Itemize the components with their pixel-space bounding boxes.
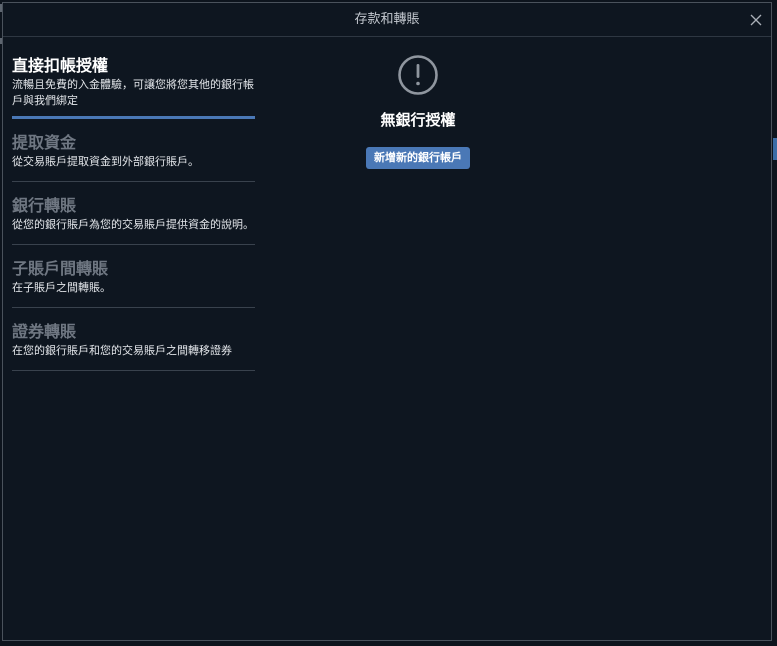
nav-item-description: 從交易賬戶提取資金到外部銀行賬戶。 — [12, 155, 199, 168]
nav-item-direct-debit[interactable]: 直接扣帳授權 流暢且免費的入金體驗，可讓您將您其他的銀行帳戶與我們綁定 — [12, 38, 255, 119]
deposit-transfer-dialog: 存款和轉賬 直接扣帳授權 流暢且免費的入金體驗，可讓您將您其他的銀行帳戶與我們綁… — [2, 2, 772, 641]
close-button[interactable] — [749, 12, 763, 26]
dialog-header: 存款和轉賬 — [3, 3, 771, 37]
nav-item-description: 從您的銀行賬戶為您的交易賬戶提供資金的說明。 — [12, 218, 254, 231]
nav-item-subaccount-transfer[interactable]: 子賬戶間轉賬 在子賬戶之間轉賬。 — [12, 245, 255, 308]
nav-item-title: 提取資金 — [12, 133, 77, 152]
nav-item-withdraw-funds[interactable]: 提取資金 從交易賬戶提取資金到外部銀行賬戶。 — [12, 119, 255, 182]
transfer-type-nav: 直接扣帳授權 流暢且免費的入金體驗，可讓您將您其他的銀行帳戶與我們綁定 提取資金… — [12, 38, 255, 371]
empty-state: 無銀行授權 新增新的銀行帳戶 — [318, 53, 518, 169]
nav-item-title: 銀行轉賬 — [12, 196, 77, 215]
add-bank-account-button[interactable]: 新增新的銀行帳戶 — [366, 147, 470, 169]
nav-item-securities-transfer[interactable]: 證券轉賬 在您的銀行賬戶和您的交易賬戶之間轉移證券 — [12, 308, 255, 371]
nav-item-description: 在子賬戶之間轉賬。 — [12, 281, 111, 294]
nav-item-description: 流暢且免費的入金體驗，可讓您將您其他的銀行帳戶與我們綁定 — [12, 78, 254, 107]
nav-item-title: 子賬戶間轉賬 — [12, 259, 109, 278]
exclamation-circle-icon — [398, 55, 438, 95]
empty-state-title: 無銀行授權 — [380, 111, 456, 129]
background-window-edge — [773, 138, 777, 160]
close-icon — [750, 14, 762, 26]
nav-item-title: 直接扣帳授權 — [12, 56, 109, 75]
nav-item-title: 證券轉賬 — [12, 322, 77, 341]
dialog-title: 存款和轉賬 — [354, 12, 420, 27]
nav-item-bank-transfer[interactable]: 銀行轉賬 從您的銀行賬戶為您的交易賬戶提供資金的說明。 — [12, 182, 255, 245]
nav-item-description: 在您的銀行賬戶和您的交易賬戶之間轉移證券 — [12, 344, 232, 357]
